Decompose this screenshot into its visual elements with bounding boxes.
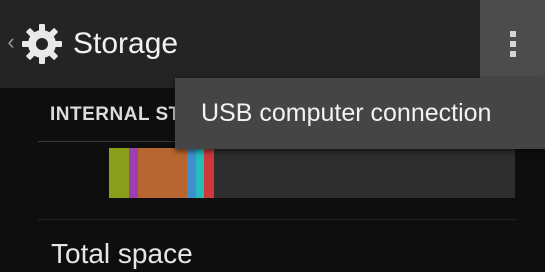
usage-segment-pictures (129, 148, 138, 198)
overflow-popup-menu: USB computer connection (175, 78, 545, 149)
overflow-menu-button[interactable] (480, 0, 545, 88)
usage-segment-downloads (187, 148, 196, 198)
usage-segment-audio (138, 148, 187, 198)
usage-segment-cached (196, 148, 204, 198)
chevron-left-icon[interactable]: ‹ (3, 22, 19, 62)
storage-usage-bar[interactable] (109, 148, 515, 198)
usage-segment-misc (204, 148, 214, 198)
more-vertical-icon (509, 31, 516, 57)
section-header-internal-storage: INTERNAL ST (50, 104, 181, 125)
menu-item-usb-computer-connection[interactable]: USB computer connection (175, 78, 545, 149)
row-divider (38, 219, 515, 220)
gear-icon[interactable] (20, 22, 64, 66)
action-bar: ‹ Storage (0, 0, 545, 88)
storage-settings-screen: ‹ Storage INTERNAL ST Total space USB co… (0, 0, 545, 272)
usage-segment-apps (109, 148, 129, 198)
total-space-row[interactable]: Total space (51, 238, 193, 270)
page-title: Storage (73, 27, 179, 60)
